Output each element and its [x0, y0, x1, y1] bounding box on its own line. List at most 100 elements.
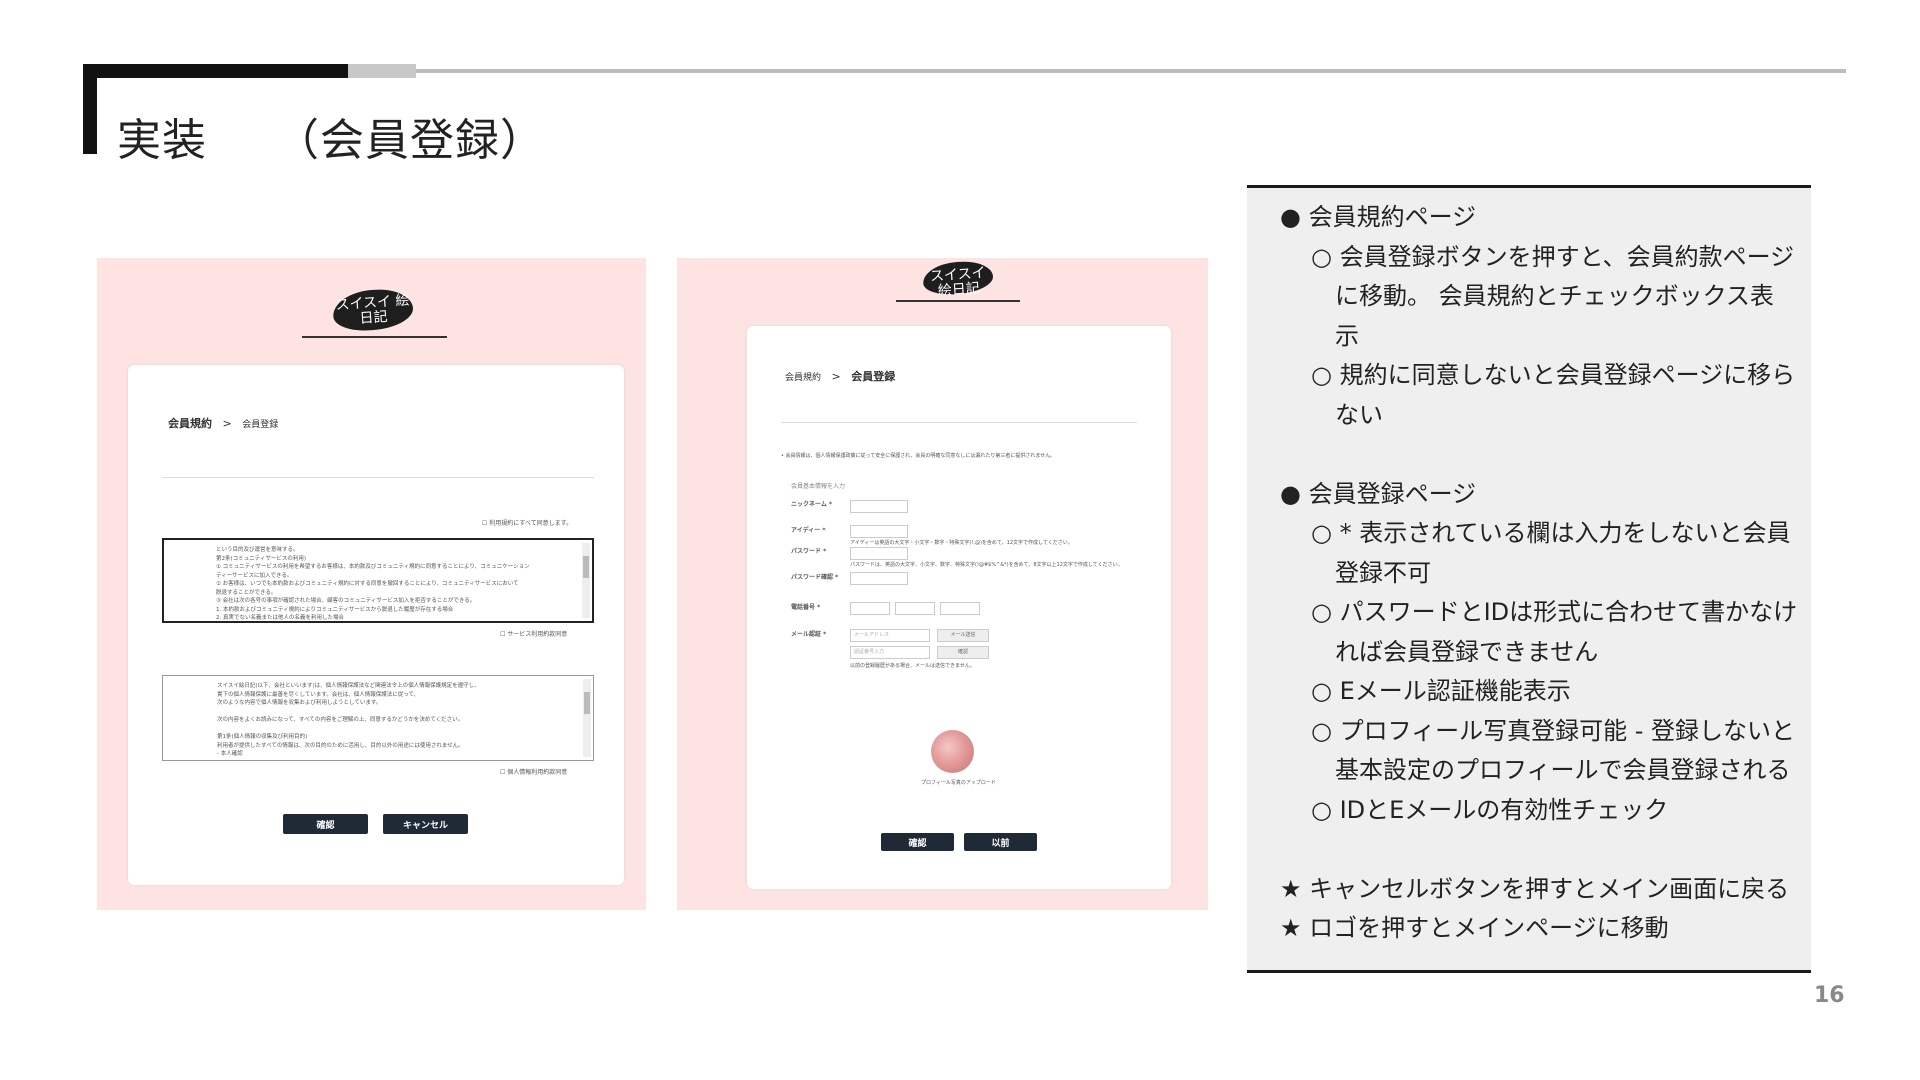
terms-line: ティーサービスに加入できる。: [216, 572, 293, 579]
terms-line: 次のような内容で個人情報を収集および利用しようとしています。: [217, 700, 382, 706]
phone-input-3[interactable]: [940, 602, 980, 615]
service-terms-text: という目的及び運営を意味する。第2条(コミュニティサービスの利用) ① コミュニテ…: [216, 546, 530, 621]
breadcrumb-current: 会員規約: [168, 417, 212, 430]
note-line: 登録不可: [1311, 558, 1431, 587]
logo-text: スイスイ 絵日記: [929, 265, 987, 300]
title-accent-bar: [83, 78, 97, 154]
header-rule: [416, 69, 1846, 73]
terms-line: [217, 725, 480, 734]
terms-line: という目的及び運営を意味する。: [216, 547, 299, 553]
terms-line: スイスイ絵日記(以下、会社といいます)は、個人情報保護法など関連法令上の個人情報…: [217, 683, 480, 689]
note-line: ない: [1311, 400, 1383, 429]
breadcrumb: 会員規約 > 会員登録: [168, 415, 278, 431]
breadcrumb-divider: [781, 422, 1137, 423]
section-caption: 会員基本情報を入力: [791, 483, 846, 490]
scrollbar-track[interactable]: [583, 679, 591, 757]
breadcrumb-separator: >: [831, 370, 841, 383]
breadcrumb-next: 会員登録: [242, 420, 279, 430]
note-line: ○ プロフィール写真登録可能 - 登録しないと: [1311, 716, 1796, 745]
nickname-input[interactable]: [850, 500, 908, 513]
code-input[interactable]: 認証番号入力: [850, 646, 930, 659]
terms-page-screenshot: スイスイ 絵日記 会員規約 > 会員登録 ☐ 利用規約にすべて同意します。 とい…: [97, 258, 646, 910]
note-line: 基本設定のプロフィールで会員登録される: [1311, 756, 1791, 784]
note-line: ● 会員登録ページ: [1280, 479, 1477, 508]
logo-underline: [896, 300, 1020, 302]
id-hint: アイディーは英語の大文字・小文字・数字・特殊文字(!,@)を含めて、12文字で作…: [850, 540, 1073, 546]
terms-line: 貴下の個人情報保護に最善を尽くしています。会社は、個人情報保護法に従って、: [217, 691, 420, 698]
terms-line: ③ 会社は次の各号の事項が確認された場合、顧客のコミュニティサービス加入を拒否す…: [216, 598, 476, 604]
email-label: メール認証 *: [791, 631, 827, 638]
terms-line: 利用者が提供したすべての情報は、次の目的のために活用し、目的以外の用途には使用さ…: [217, 742, 464, 749]
page-number: 16: [1814, 983, 1845, 1008]
password-input[interactable]: [850, 547, 908, 560]
slide-title: 実装 （会員登録）: [117, 115, 545, 166]
note-line: ★ キャンセルボタンを押すとメイン画面に戻る: [1280, 874, 1790, 903]
profile-photo-caption: プロフィール写真のアップロード: [921, 780, 996, 786]
code-confirm-button[interactable]: 確認: [937, 646, 989, 659]
note-line: ○ 規約に同意しないと会員登録ページに移ら: [1311, 361, 1796, 389]
email-input[interactable]: メールアドレス: [850, 629, 930, 642]
breadcrumb-separator: >: [222, 417, 232, 430]
breadcrumb-divider: [162, 477, 594, 478]
confirm-button[interactable]: 確認: [881, 833, 954, 851]
terms-card: 会員規約 > 会員登録 ☐ 利用規約にすべて同意します。 という目的及び運営を意…: [128, 365, 624, 885]
terms-line: 第2条(コミュニティサービスの利用): [216, 555, 306, 562]
terms-line: 次の内容をよくお読みになって、すべての内容をご理解の上、同意するかどうかを決めて…: [217, 717, 464, 723]
back-button[interactable]: 以前: [964, 833, 1037, 851]
breadcrumb: 会員規約 > 会員登録: [785, 368, 895, 384]
breadcrumb-prev: 会員規約: [785, 373, 822, 383]
note-line: 示: [1311, 321, 1359, 350]
privacy-terms-box[interactable]: スイスイ絵日記(以下、会社といいます)は、個人情報保護法など関連法令上の個人情報…: [162, 675, 594, 761]
signup-page-screenshot: スイスイ 絵日記 会員規約 > 会員登録 • 会員情報は、個人情報保護政策に従っ…: [677, 258, 1208, 910]
password-hint: パスワードは、英語の大文字、小文字、数字、特殊文字(!@#$%^&*)を含めて、…: [850, 562, 1123, 568]
terms-line: 第1条(個人情報の収集及び利用目的): [217, 734, 308, 740]
scrollbar-thumb[interactable]: [583, 556, 589, 578]
logo-text: スイスイ 絵日記: [335, 292, 410, 327]
note-line: ● 会員規約ページ: [1280, 203, 1477, 231]
terms-line: [217, 708, 480, 717]
confirm-button[interactable]: 確認: [283, 814, 368, 834]
breadcrumb-current: 会員登録: [851, 370, 896, 383]
password-label: パスワード *: [791, 548, 827, 555]
service-terms-box[interactable]: という目的及び運営を意味する。第2条(コミュニティサービスの利用) ① コミュニテ…: [162, 538, 594, 623]
email-hint: 以前の登録履歴がある場合、メールは送信できません。: [850, 663, 975, 669]
note-line: ○ 会員登録ボタンを押すと、会員約款ページ: [1311, 242, 1795, 271]
terms-line: 脱退することができる。: [216, 589, 277, 596]
note-line: れば会員登録できません: [1311, 637, 1599, 666]
scrollbar-track[interactable]: [582, 543, 590, 618]
privacy-terms-checkbox[interactable]: ☐ 個人情報利用約款同意: [500, 769, 567, 777]
header-bar-gray: [348, 64, 416, 78]
note-line: ○ IDとEメールの有効性チェック: [1311, 795, 1669, 824]
note-line: ○ * 表示されている欄は入力をしないと会員: [1311, 519, 1791, 547]
privacy-notice: • 会員情報は、個人情報保護政策に従って安全に保護され、会員の明確な同意なしには…: [781, 453, 1056, 459]
password-confirm-input[interactable]: [850, 572, 908, 585]
terms-line: 1. 本約款およびコミュニティ規約によりコミュニティサービスから脱退した履歴が存…: [216, 606, 454, 613]
terms-line: - 本人確認: [217, 751, 243, 757]
header-bar-black: [83, 64, 348, 78]
signup-card: 会員規約 > 会員登録 • 会員情報は、個人情報保護政策に従って安全に保護され、…: [747, 326, 1171, 889]
phone-input-2[interactable]: [895, 602, 935, 615]
id-input[interactable]: [850, 525, 908, 538]
email-send-button[interactable]: メール送信: [937, 629, 989, 642]
logo-underline: [302, 336, 447, 338]
note-line: に移動。 会員規約とチェックボックス表: [1311, 282, 1774, 310]
scrollbar-thumb[interactable]: [584, 692, 590, 714]
phone-label: 電話番号 *: [791, 604, 821, 611]
nickname-label: ニックネーム *: [791, 501, 833, 508]
note-line: ○ パスワードとIDは形式に合わせて書かなけ: [1311, 598, 1798, 626]
note-line: ★ ロゴを押すとメインページに移動: [1280, 914, 1669, 942]
terms-line: ② お客様は、いつでも本約款およびコミュニティ規約に対する同意を撤回することによ…: [216, 581, 519, 587]
password-confirm-label: パスワード確認 *: [791, 574, 839, 581]
terms-line: 2. 真実でない名義または他人の名義を利用した場合: [216, 615, 344, 621]
logo-left[interactable]: スイスイ 絵日記: [331, 287, 415, 333]
service-terms-checkbox[interactable]: ☐ サービス利用約款同意: [500, 631, 567, 639]
note-line: ○ Eメール認証機能表示: [1311, 677, 1571, 705]
phone-input-1[interactable]: [850, 602, 890, 615]
logo-right[interactable]: スイスイ 絵日記: [921, 259, 995, 300]
profile-photo-upload[interactable]: [931, 730, 974, 773]
privacy-terms-text: スイスイ絵日記(以下、会社といいます)は、個人情報保護法など関連法令上の個人情報…: [217, 682, 480, 759]
agree-all-checkbox[interactable]: ☐ 利用規約にすべて同意します。: [482, 520, 572, 528]
id-label: アイディー *: [791, 527, 826, 534]
cancel-button[interactable]: キャンセル: [383, 814, 468, 834]
terms-line: ① コミュニティサービスの利用を希望するお客様は、本約款及びコミュニティ規約に同…: [216, 564, 530, 570]
